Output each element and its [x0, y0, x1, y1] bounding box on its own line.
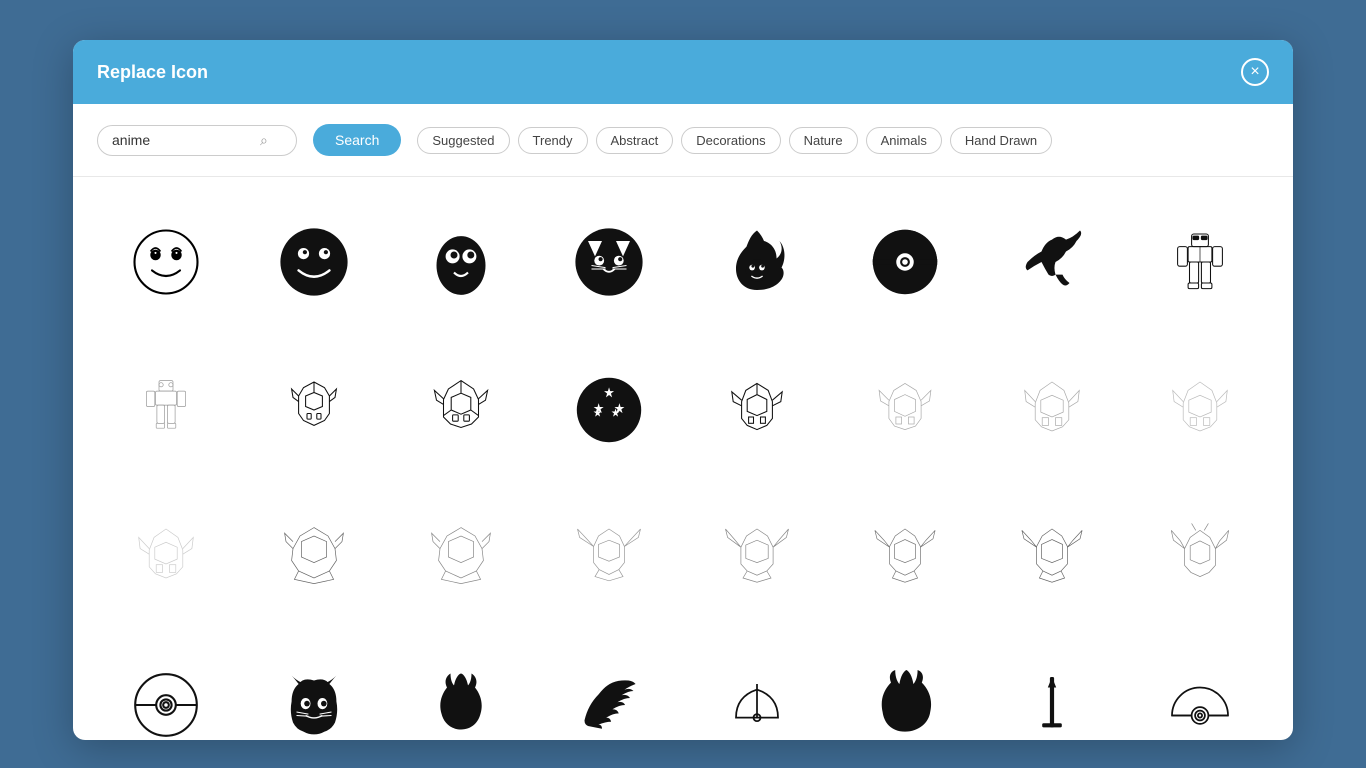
icon-mecha-head-lighter[interactable]: [393, 489, 531, 627]
icon-dragon-ball-stars[interactable]: [540, 341, 678, 479]
icon-fox-silhouette[interactable]: [984, 193, 1122, 331]
icon-gundam-head-5[interactable]: [984, 341, 1122, 479]
search-input-wrap: ⌕: [97, 125, 297, 156]
replace-icon-modal: Replace Icon × ⌕ Search Suggested Trendy…: [73, 40, 1293, 740]
icon-gundam-head-7[interactable]: [97, 489, 235, 627]
icon-spiky-hair[interactable]: [393, 636, 531, 740]
icon-mecha-robot[interactable]: [1131, 193, 1269, 331]
icon-super-saiyan-hair[interactable]: [836, 636, 974, 740]
icon-radar-dome[interactable]: [688, 636, 826, 740]
icon-pokeball-ring[interactable]: [97, 636, 235, 740]
icon-cat-face[interactable]: [540, 193, 678, 331]
icons-container: [73, 177, 1293, 740]
icon-goku-silhouette[interactable]: [688, 193, 826, 331]
icon-mecha-horned[interactable]: [1131, 489, 1269, 627]
icon-gundam-head-3[interactable]: [688, 341, 826, 479]
icon-gundam-head-2[interactable]: [393, 341, 531, 479]
icons-grid: [97, 193, 1269, 740]
modal-header: Replace Icon ×: [73, 40, 1293, 104]
filter-tag-abstract[interactable]: Abstract: [596, 127, 674, 154]
filter-tag-hand-drawn[interactable]: Hand Drawn: [950, 127, 1052, 154]
icon-gundam-head-6[interactable]: [1131, 341, 1269, 479]
filter-tag-decorations[interactable]: Decorations: [681, 127, 780, 154]
icon-mecha-winged-2[interactable]: [688, 489, 826, 627]
filter-tag-trendy[interactable]: Trendy: [518, 127, 588, 154]
icon-mecha-winged-head[interactable]: [540, 489, 678, 627]
close-icon: ×: [1250, 64, 1259, 80]
icon-mecha-head-dark[interactable]: [245, 489, 383, 627]
close-button[interactable]: ×: [1241, 58, 1269, 86]
modal-title: Replace Icon: [97, 62, 208, 83]
modal-overlay: Replace Icon × ⌕ Search Suggested Trendy…: [0, 0, 1366, 768]
icon-oval-eyes[interactable]: [393, 193, 531, 331]
filter-tag-suggested[interactable]: Suggested: [417, 127, 509, 154]
icon-gundam-head-1[interactable]: [245, 341, 383, 479]
icon-totoro[interactable]: [245, 636, 383, 740]
icon-mecha-outline-small[interactable]: [97, 341, 235, 479]
filter-tag-nature[interactable]: Nature: [789, 127, 858, 154]
filter-tags: Suggested Trendy Abstract Decorations Na…: [417, 127, 1052, 154]
search-bar: ⌕ Search Suggested Trendy Abstract Decor…: [73, 104, 1293, 177]
search-button[interactable]: Search: [313, 124, 401, 156]
icon-sword-silhouette[interactable]: [984, 636, 1122, 740]
icon-wing-silhouette[interactable]: [540, 636, 678, 740]
icon-black-smiley[interactable]: [245, 193, 383, 331]
icon-gundam-head-4[interactable]: [836, 341, 974, 479]
icon-pokeball[interactable]: [836, 193, 974, 331]
search-input[interactable]: [112, 132, 252, 148]
filter-tag-animals[interactable]: Animals: [866, 127, 942, 154]
icon-mecha-dark-wings[interactable]: [984, 489, 1122, 627]
icon-mecha-head-alt[interactable]: [836, 489, 974, 627]
icon-pokeball-dome[interactable]: [1131, 636, 1269, 740]
icon-smiley-face[interactable]: [97, 193, 235, 331]
search-icon: ⌕: [260, 132, 268, 149]
